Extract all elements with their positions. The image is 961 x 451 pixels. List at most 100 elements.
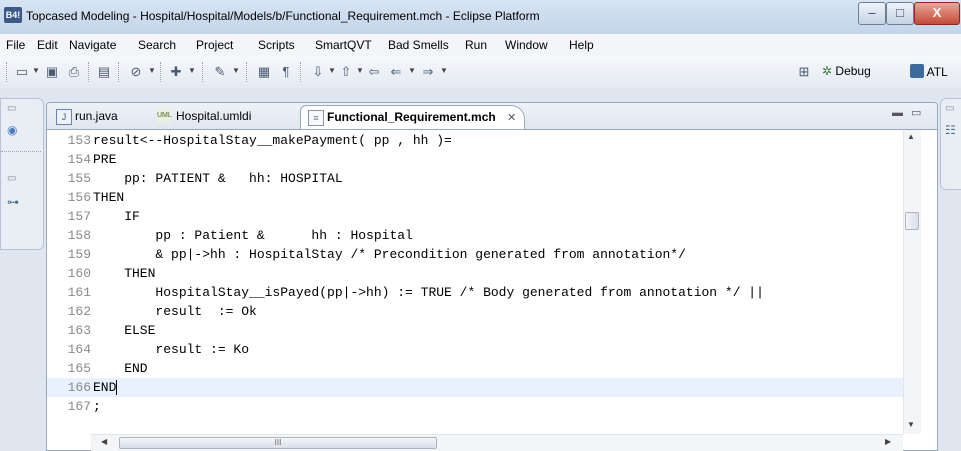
code-text: END <box>93 380 117 395</box>
maximize-editor-icon[interactable]: ▭ <box>911 106 921 119</box>
tab-functional-requirement[interactable]: ≡ Functional_Requirement.mch ✕ <box>300 105 526 129</box>
minimize-button[interactable]: – <box>858 2 886 25</box>
menu-scripts[interactable]: Scripts <box>258 38 295 52</box>
code-line[interactable]: 164 result := Ko <box>47 340 903 359</box>
code-line[interactable]: 160 THEN <box>47 264 903 283</box>
new-dropdown-icon[interactable]: ▼ <box>32 66 40 75</box>
run-config-icon[interactable]: ✚ <box>168 64 184 80</box>
search-icon[interactable]: ⊘ <box>128 64 144 80</box>
scroll-right-icon[interactable]: ▶ <box>885 437 891 446</box>
uml-diagram-icon: UML <box>157 109 172 123</box>
menu-smartqvt[interactable]: SmartQVT <box>315 38 372 52</box>
restore-icon[interactable]: ▭ <box>7 103 16 114</box>
tab-hospital-umldi[interactable]: UML Hospital.umldi <box>150 105 259 127</box>
right-trim-stack: ▭ ☷ <box>940 98 961 190</box>
horizontal-scroll-thumb[interactable]: III <box>119 437 437 449</box>
maximize-button[interactable]: □ <box>886 2 914 25</box>
menu-edit[interactable]: Edit <box>37 38 58 52</box>
menu-file[interactable]: File <box>6 38 25 52</box>
close-window-button[interactable]: X <box>914 2 960 25</box>
horizontal-scrollbar[interactable]: ◀ III ▶ <box>91 434 903 451</box>
code-line[interactable]: 162 result := Ok <box>47 302 903 321</box>
menu-help[interactable]: Help <box>569 38 594 52</box>
toolbar-separator <box>202 62 205 82</box>
outline-icon[interactable]: ☷ <box>945 123 956 137</box>
line-number: 158 <box>67 228 91 243</box>
code-line[interactable]: 161 HospitalStay__isPayed(pp|->hh) := TR… <box>47 283 903 302</box>
next-annotation-icon[interactable]: ⇩ <box>310 64 326 80</box>
hierarchy-icon[interactable]: ⊶ <box>7 195 19 209</box>
code-text: pp : Patient & hh : Hospital <box>93 228 413 243</box>
edit-dropdown-icon[interactable]: ▼ <box>232 66 240 75</box>
edit-pen-icon[interactable]: ✎ <box>212 64 228 80</box>
previous-annotation-icon[interactable]: ⇧ <box>338 64 354 80</box>
code-line[interactable]: 153 result<--HospitalStay__makePayment( p… <box>47 131 903 150</box>
code-editor[interactable]: 153 result<--HospitalStay__makePayment( p… <box>47 130 903 434</box>
code-line[interactable]: 163 ELSE <box>47 321 903 340</box>
line-number: 157 <box>67 209 91 224</box>
restore-icon[interactable]: ▭ <box>945 103 954 114</box>
menu-navigate[interactable]: Navigate <box>69 38 116 52</box>
scroll-left-icon[interactable]: ◀ <box>101 437 107 446</box>
menu-window[interactable]: Window <box>505 38 548 52</box>
restore-icon[interactable]: ▭ <box>7 173 16 184</box>
run-config-dropdown-icon[interactable]: ▼ <box>188 66 196 75</box>
previous-annotation-dropdown-icon[interactable]: ▼ <box>356 66 364 75</box>
app-icon: B4! <box>4 7 22 23</box>
show-whitespace-icon[interactable]: ▦ <box>256 64 272 80</box>
code-text: result := Ko <box>93 342 250 357</box>
back-icon[interactable]: ⇐ <box>388 64 404 80</box>
package-explorer-icon[interactable]: ◉ <box>7 123 17 137</box>
tab-label: Functional_Requirement.mch <box>327 110 496 124</box>
code-line[interactable]: 165 END <box>47 359 903 378</box>
forward-icon[interactable]: ⇒ <box>420 64 436 80</box>
minimize-editor-icon[interactable]: ▬ <box>892 107 903 119</box>
line-number: 166 <box>67 380 91 395</box>
perspective-debug[interactable]: ✲ Debug <box>822 64 871 78</box>
line-number: 163 <box>67 323 91 338</box>
code-line[interactable]: 155 pp: PATIENT & hh: HOSPITAL <box>47 169 903 188</box>
search-dropdown-icon[interactable]: ▼ <box>148 66 156 75</box>
code-line[interactable]: 156 THEN <box>47 188 903 207</box>
menu-search[interactable]: Search <box>138 38 176 52</box>
print-icon[interactable]: ⎙ <box>66 64 82 80</box>
code-line[interactable]: 159 & pp|->hh : HospitalStay /* Precondi… <box>47 245 903 264</box>
line-number: 155 <box>67 171 91 186</box>
back-dropdown-icon[interactable]: ▼ <box>408 66 416 75</box>
code-line[interactable]: 167; <box>47 397 903 416</box>
code-text: ELSE <box>93 323 156 338</box>
line-number: 167 <box>67 399 91 414</box>
text-cursor <box>116 380 117 395</box>
binary-icon[interactable]: ▤ <box>96 64 112 80</box>
paragraph-icon[interactable]: ¶ <box>278 64 294 80</box>
code-line[interactable]: 157 IF <box>47 207 903 226</box>
menu-run[interactable]: Run <box>465 38 487 52</box>
vertical-scrollbar[interactable]: ▲ ▼ <box>903 130 921 434</box>
perspective-atl[interactable]: ATL <box>910 64 948 79</box>
tab-label: Hospital.umldi <box>176 109 252 123</box>
code-text: THEN <box>93 266 156 281</box>
scroll-up-icon[interactable]: ▲ <box>907 132 915 141</box>
next-annotation-dropdown-icon[interactable]: ▼ <box>328 66 336 75</box>
vertical-scroll-thumb[interactable] <box>905 212 919 230</box>
menu-bad-smells[interactable]: Bad Smells <box>388 38 449 52</box>
scroll-down-icon[interactable]: ▼ <box>907 420 915 429</box>
code-line[interactable]: 154 PRE <box>47 150 903 169</box>
toolbar-separator <box>118 62 121 82</box>
menu-project[interactable]: Project <box>196 38 233 52</box>
code-line[interactable]: 166 END <box>47 378 903 397</box>
forward-dropdown-icon[interactable]: ▼ <box>440 66 448 75</box>
save-icon[interactable]: ▣ <box>44 64 60 80</box>
open-perspective-icon[interactable]: ⊞ <box>796 64 812 80</box>
last-edit-icon[interactable]: ⇦ <box>366 64 382 80</box>
window-title: Topcased Modeling - Hospital/Hospital/Mo… <box>26 9 540 23</box>
code-text: THEN <box>93 190 125 205</box>
atl-icon <box>910 64 924 78</box>
code-line[interactable]: 158 pp : Patient & hh : Hospital <box>47 226 903 245</box>
tab-run-java[interactable]: J run.java <box>49 105 126 127</box>
code-text: HospitalStay__isPayed(pp|->hh) := TRUE /… <box>93 285 764 300</box>
new-icon[interactable]: ▭ <box>14 64 30 80</box>
toolbar-grip <box>6 62 9 82</box>
line-number: 165 <box>67 361 91 376</box>
close-tab-icon[interactable]: ✕ <box>507 112 516 124</box>
